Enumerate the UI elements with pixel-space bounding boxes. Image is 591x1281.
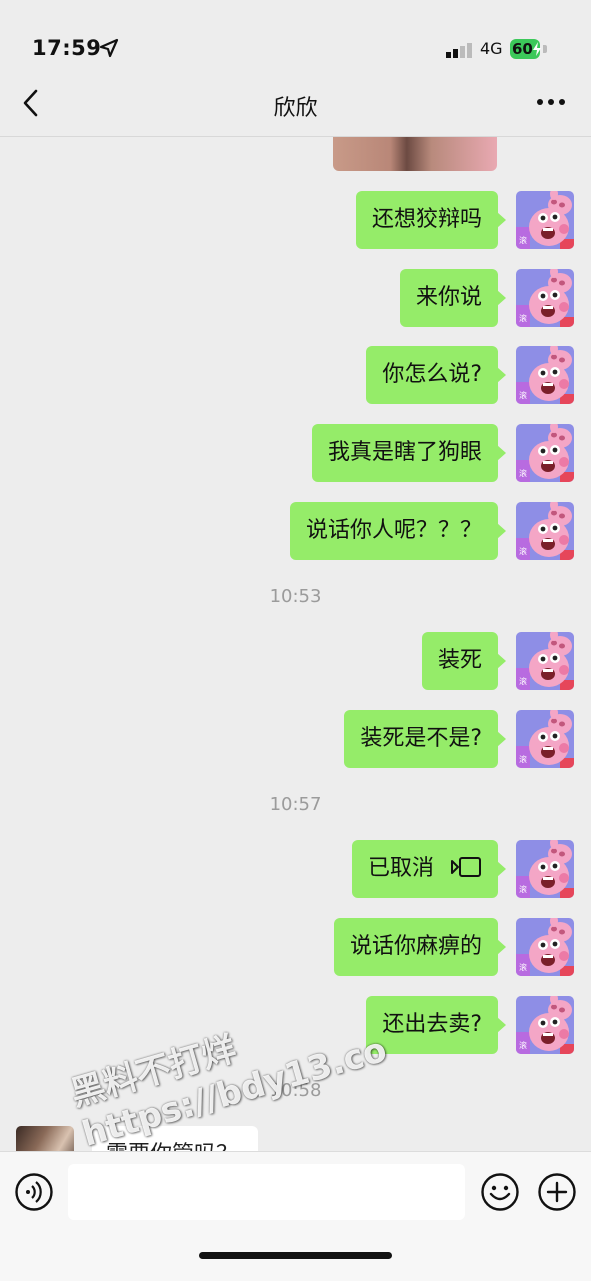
- nav-bar: 欣欣: [0, 84, 591, 137]
- call-status-label: 已取消: [367, 856, 434, 881]
- message-row-incoming: 需要你管吗？: [16, 1126, 316, 1151]
- input-bar: [0, 1151, 591, 1281]
- svg-text:滚: 滚: [519, 1040, 527, 1050]
- location-arrow-icon: [99, 38, 119, 58]
- timestamp: 10:57: [269, 794, 322, 815]
- avatar[interactable]: 滚: [516, 424, 574, 482]
- message-bubble[interactable]: 装死是不是?: [344, 710, 506, 768]
- avatar[interactable]: 滚: [516, 346, 574, 404]
- emoji-icon[interactable]: [480, 1172, 520, 1212]
- svg-text:滚: 滚: [519, 235, 527, 245]
- avatar[interactable]: 滚: [516, 710, 574, 768]
- avatar[interactable]: 滚: [516, 918, 574, 976]
- plus-icon[interactable]: [537, 1172, 577, 1212]
- home-indicator: [199, 1252, 392, 1259]
- status-bar: 17:59 4G 60: [0, 0, 591, 84]
- contact-avatar[interactable]: [16, 1126, 74, 1151]
- avatar[interactable]: 滚: [516, 632, 574, 690]
- signal-icon: [446, 43, 472, 58]
- more-icon[interactable]: [536, 98, 566, 106]
- avatar[interactable]: 滚: [516, 502, 574, 560]
- svg-text:滚: 滚: [519, 884, 527, 894]
- message-bubble-incoming[interactable]: 需要你管吗？: [92, 1126, 258, 1151]
- video-call-icon: [451, 857, 481, 877]
- timestamp: 10:58: [269, 1080, 322, 1101]
- message-bubble[interactable]: 装死: [421, 632, 507, 690]
- svg-text:滚: 滚: [519, 390, 527, 400]
- message-input[interactable]: [68, 1164, 465, 1220]
- svg-text:滚: 滚: [519, 468, 527, 478]
- avatar[interactable]: 滚: [516, 840, 574, 898]
- message-row-outgoing: 已取消 滚: [34, 840, 574, 898]
- message-row-outgoing: 还出去卖? 滚: [34, 996, 574, 1054]
- message-bubble[interactable]: 我真是瞎了狗眼: [311, 424, 507, 482]
- svg-text:滚: 滚: [519, 962, 527, 972]
- message-row-outgoing: 我真是瞎了狗眼 滚: [34, 424, 574, 482]
- message-bubble[interactable]: 还出去卖?: [366, 996, 506, 1054]
- avatar[interactable]: 滚: [516, 996, 574, 1054]
- timestamp: 10:53: [269, 586, 322, 607]
- message-row-outgoing: 你怎么说? 滚: [34, 346, 574, 404]
- svg-text:滚: 滚: [519, 546, 527, 556]
- svg-text:滚: 滚: [519, 313, 527, 323]
- message-row-outgoing: 说话你人呢？？？ 滚: [34, 502, 574, 560]
- message-bubble[interactable]: 还想狡辩吗: [355, 191, 507, 249]
- chat-title: 欣欣: [273, 96, 318, 121]
- message-row-outgoing: 装死是不是? 滚: [34, 710, 574, 768]
- message-row-outgoing: 来你说 滚: [34, 269, 574, 327]
- message-row-outgoing: 还想狡辩吗 滚: [34, 191, 574, 249]
- message-bubble[interactable]: 你怎么说?: [366, 346, 506, 404]
- network-type: 4G: [480, 39, 503, 58]
- message-bubble[interactable]: 来你说: [399, 269, 507, 327]
- avatar[interactable]: 滚: [516, 269, 574, 327]
- chat-area[interactable]: 还想狡辩吗 滚 来你说 滚 你怎么说? 滚 我真是瞎了狗眼 滚 说话你人呢？？？…: [0, 137, 591, 1151]
- call-cancelled-bubble[interactable]: 已取消: [351, 840, 507, 898]
- svg-text:滚: 滚: [519, 676, 527, 686]
- svg-text:滚: 滚: [519, 754, 527, 764]
- charging-bolt-icon: [533, 42, 541, 56]
- voice-icon[interactable]: [14, 1172, 54, 1212]
- status-time: 17:59: [32, 36, 102, 60]
- battery-tip: [543, 45, 547, 53]
- avatar[interactable]: 滚: [516, 191, 574, 249]
- message-row-outgoing: 装死 滚: [34, 632, 574, 690]
- image-message[interactable]: [333, 137, 497, 171]
- message-bubble[interactable]: 说话你麻痹的: [333, 918, 507, 976]
- message-bubble[interactable]: 说话你人呢？？？: [289, 502, 507, 560]
- message-row-outgoing: 说话你麻痹的 滚: [34, 918, 574, 976]
